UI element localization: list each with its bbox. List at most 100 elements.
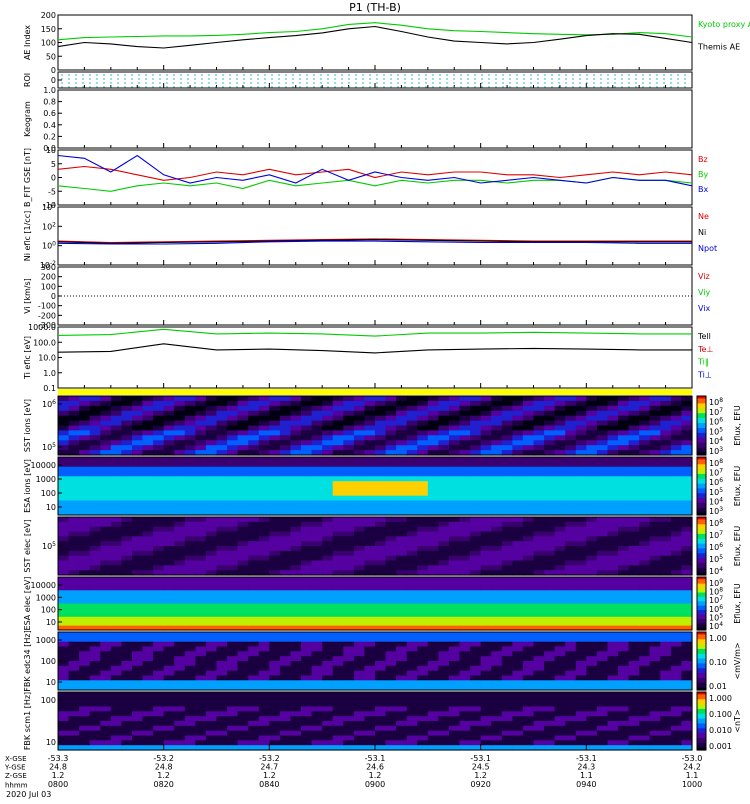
spectrogram-cell [534,401,545,407]
spectrogram-cell [650,457,661,462]
spectrogram-cell [174,476,185,481]
spectrogram-cell [90,651,101,656]
roi-dot [145,86,146,87]
spectrogram-cell [512,517,523,522]
spectrogram-cell [269,496,280,501]
spectrogram-cell [79,647,90,652]
y-tick-label: 200 [41,11,56,20]
spectrogram-cell [502,527,513,532]
spectrogram-cell [206,486,217,491]
spectrogram-cell [174,632,185,637]
spectrogram-cell [375,637,386,642]
spectrogram-cell [195,608,206,613]
spectrogram-cell [608,527,619,532]
spectrogram-cell [460,666,471,671]
spectrogram-cell [460,440,471,446]
spectrogram-cell [586,416,597,422]
spectrogram-cell [681,527,692,532]
spectrogram-cell [428,595,439,600]
spectrogram-cell [132,586,143,591]
spectrogram-cell [364,556,375,561]
spectrogram-cell [512,396,523,402]
spectrogram-cell [259,517,270,522]
spectrogram-cell [322,517,333,522]
spectrogram-cell [69,577,80,582]
spectrogram-cell [121,692,132,697]
legend-entry: Npot [698,244,717,253]
spectrogram-cell [333,726,344,731]
spectrogram-cell [544,426,555,432]
spectrogram-cell [481,692,492,697]
spectrogram-cell [238,491,249,496]
spectrogram-cell [650,501,661,506]
spectrogram-cell [238,401,249,407]
roi-dot [236,86,237,87]
spectrogram-cell [534,426,545,432]
roi-dot [103,74,104,75]
spectrogram-cell [343,604,354,609]
spectrogram-cell [238,556,249,561]
spectrogram-cell [375,590,386,595]
spectrogram-cell [185,536,196,541]
spectrogram-cell [153,486,164,491]
spectrogram-cell [597,637,608,642]
spectrogram-cell [153,546,164,551]
spectrogram-cell [111,599,122,604]
spectrogram-cell [100,608,111,613]
spectrogram-cell [121,671,132,676]
spectrogram-cell [259,590,270,595]
spectrogram-cell [79,642,90,647]
spectrogram-cell [660,586,671,591]
spectrogram-cell [174,680,185,685]
spectrogram-cell [280,505,291,510]
spectrogram-cell [618,426,629,432]
roi-dot [257,82,258,83]
spectrogram-cell [58,486,69,491]
spectrogram-cell [438,445,449,451]
spectrogram-cell [417,707,428,712]
spectrogram-cell [618,396,629,402]
spectrogram-cell [280,462,291,467]
legend-entry: By [698,170,708,179]
roi-dot [271,74,272,75]
spectrogram-cell [164,401,175,407]
spectrogram-cell [671,416,682,422]
spectrogram-cell [143,426,154,432]
spectrogram-cell [428,716,439,721]
spectrogram-cell [164,577,175,582]
spectrogram-cell [555,435,566,441]
spectrogram-cell [523,486,534,491]
spectrogram-cell [428,457,439,462]
roi-dot [383,78,384,79]
spectrogram-cell [438,647,449,652]
spectrogram-cell [69,612,80,617]
spectrogram-cell [185,505,196,510]
spectrogram-cell [576,595,587,600]
spectrogram-cell [227,472,238,477]
spectrogram-cell [512,642,523,647]
roi-dot [194,86,195,87]
spectrogram-cell [407,595,418,600]
spectrogram-cell [58,556,69,561]
spectrogram-cell [523,637,534,642]
spectrogram-cell [639,491,650,496]
spectrogram-cell [491,680,502,685]
spectrogram-cell [79,711,90,716]
spectrogram-cell [79,586,90,591]
roi-dot [558,86,559,87]
spectrogram-cell [597,561,608,566]
spectrogram-cell [650,462,661,467]
roi-dot [418,74,419,75]
spectrogram-cell [333,551,344,556]
roi-dot [439,86,440,87]
spectrogram-cell [227,604,238,609]
spectrogram-cell [354,656,365,661]
spectrogram-cell [460,711,471,716]
spectrogram-cell [618,604,629,609]
colorbar-tick-label: 103 [709,446,723,456]
spectrogram-cell [629,612,640,617]
spectrogram-cell [58,481,69,486]
spectrogram-cell [132,702,143,707]
spectrogram-cell [280,656,291,661]
spectrogram-cell [259,396,270,402]
